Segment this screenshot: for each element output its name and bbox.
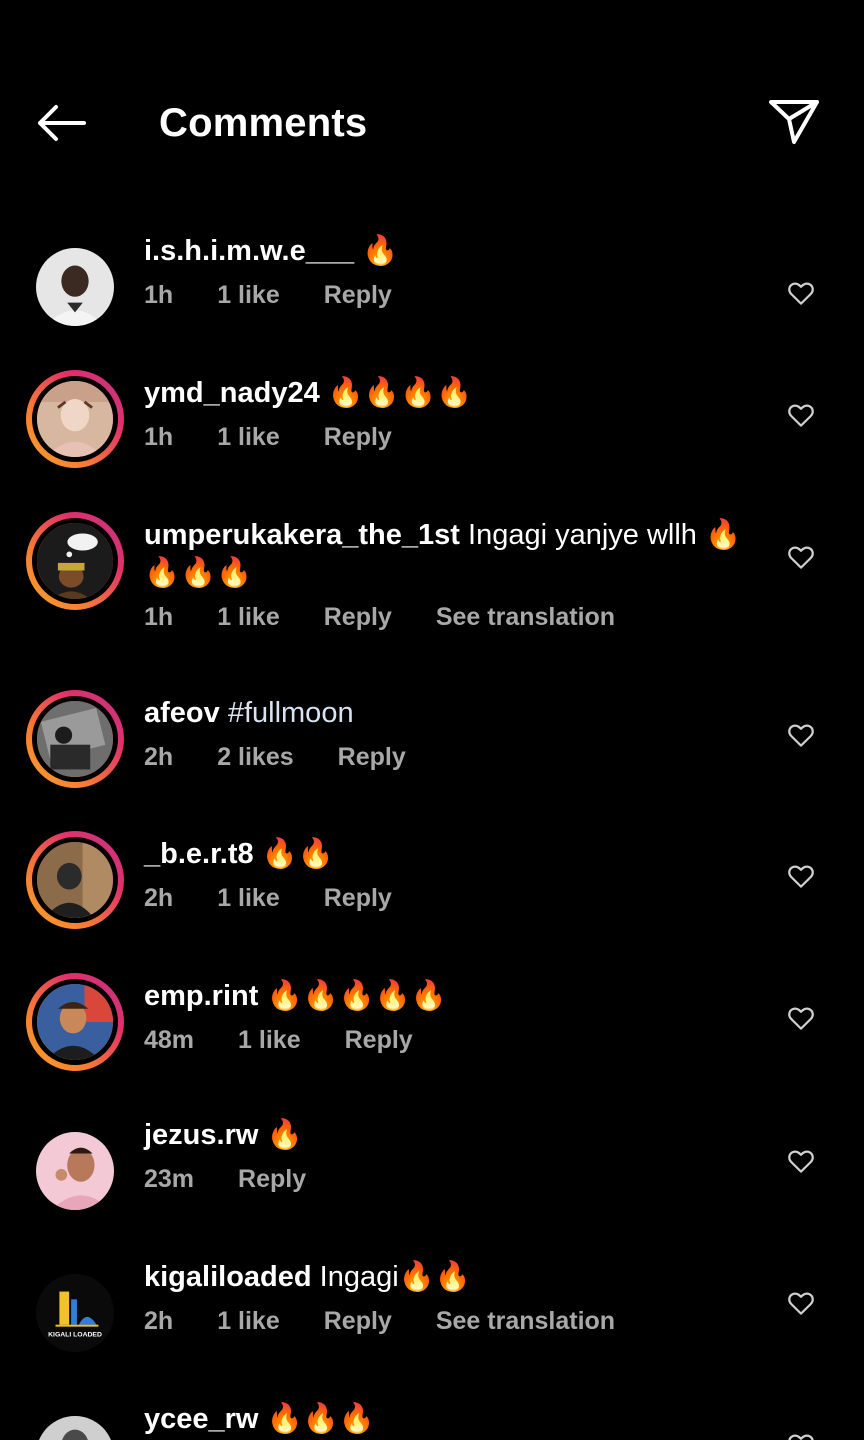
comment-text: emp.rint 🔥🔥🔥🔥🔥	[144, 977, 744, 1015]
avatar[interactable]	[26, 238, 124, 336]
heart-icon[interactable]	[786, 720, 816, 750]
comment-text: i.s.h.i.m.w.e___ 🔥	[144, 232, 744, 270]
likes-count[interactable]: 1 like	[217, 1304, 280, 1338]
avatar[interactable]: KIGALI LOADED	[26, 1264, 124, 1362]
page-title: Comments	[159, 101, 368, 145]
comment-text: jezus.rw 🔥	[144, 1116, 744, 1154]
comment-meta: 2h 2 likes Reply	[144, 740, 744, 774]
comment-text: afeov #fullmoon	[144, 694, 744, 732]
avatar[interactable]	[26, 512, 124, 610]
comment-text: kigaliloaded Ingagi🔥🔥	[144, 1258, 744, 1296]
timestamp: 1h	[144, 423, 174, 451]
heart-icon[interactable]	[786, 1288, 816, 1318]
username[interactable]: i.s.h.i.m.w.e___	[144, 235, 354, 267]
comment-meta: 48m 1 like Reply	[144, 1023, 744, 1057]
heart-icon[interactable]	[786, 400, 816, 430]
hashtag-link[interactable]: #fullmoon	[228, 697, 354, 729]
comment-text: ycee_rw 🔥🔥🔥	[144, 1400, 744, 1438]
timestamp: 2h	[144, 884, 174, 912]
see-translation-link[interactable]: See translation	[436, 1304, 615, 1338]
comment-meta: 2h 1 like Reply	[144, 881, 744, 915]
comment-body: Ingagi🔥🔥	[319, 1261, 471, 1293]
reply-button[interactable]: Reply	[324, 278, 392, 312]
comment-body: 🔥🔥	[261, 838, 334, 870]
heart-icon[interactable]	[786, 1146, 816, 1176]
reply-button[interactable]: Reply	[238, 1162, 306, 1196]
comment-body: 🔥	[362, 235, 399, 267]
avatar[interactable]	[26, 1406, 124, 1440]
heart-icon[interactable]	[786, 861, 816, 891]
timestamp: 1h	[144, 281, 174, 309]
likes-count[interactable]: 1 like	[217, 278, 280, 312]
likes-count[interactable]: 1 like	[217, 420, 280, 454]
reply-button[interactable]: Reply	[324, 600, 392, 634]
comment-meta: 1h 1 like Reply See translation	[144, 600, 764, 634]
comment-body: 🔥	[266, 1119, 303, 1151]
avatar[interactable]	[26, 973, 124, 1071]
reply-button[interactable]: Reply	[324, 1304, 392, 1338]
comment-meta: 1h 1 like Reply	[144, 420, 744, 454]
comment-text: umperukakera_the_1st Ingagi yanjye wllh …	[144, 516, 764, 592]
reply-button[interactable]: Reply	[324, 420, 392, 454]
username[interactable]: ycee_rw	[144, 1403, 259, 1435]
reply-button[interactable]: Reply	[345, 1023, 413, 1057]
back-button[interactable]	[30, 98, 92, 148]
username[interactable]: _b.e.r.t8	[144, 838, 254, 870]
reply-button[interactable]: Reply	[338, 740, 406, 774]
timestamp: 2h	[144, 1307, 174, 1335]
paper-plane-icon	[769, 100, 819, 144]
timestamp: 23m	[144, 1165, 195, 1193]
username[interactable]: jezus.rw	[144, 1119, 258, 1151]
comment-text: _b.e.r.t8 🔥🔥	[144, 835, 744, 873]
timestamp: 2h	[144, 743, 174, 771]
comment-meta: 2h 1 like Reply See translation	[144, 1304, 744, 1338]
username[interactable]: kigaliloaded	[144, 1261, 312, 1293]
comment-meta: 23m Reply	[144, 1162, 744, 1196]
likes-count[interactable]: 2 likes	[217, 740, 293, 774]
username[interactable]: ymd_nady24	[144, 377, 320, 409]
comment-body: 🔥🔥🔥🔥🔥	[266, 980, 448, 1012]
likes-count[interactable]: 1 like	[238, 1023, 301, 1057]
avatar[interactable]	[26, 370, 124, 468]
comments-screen: Comments i.s.h.i.m.w.e___ 🔥 1h 1 like Re…	[0, 0, 864, 1440]
see-translation-link[interactable]: See translation	[436, 600, 615, 634]
avatar[interactable]	[26, 690, 124, 788]
comment-body: 🔥🔥🔥	[266, 1403, 375, 1435]
heart-icon[interactable]	[786, 542, 816, 572]
heart-icon[interactable]	[786, 1003, 816, 1033]
arrow-left-icon	[38, 105, 86, 141]
heart-icon[interactable]	[786, 1430, 816, 1440]
reply-button[interactable]: Reply	[324, 881, 392, 915]
username[interactable]: emp.rint	[144, 980, 258, 1012]
username[interactable]: umperukakera_the_1st	[144, 519, 460, 551]
avatar[interactable]	[26, 1122, 124, 1220]
header: Comments	[0, 86, 864, 160]
likes-count[interactable]: 1 like	[217, 600, 280, 634]
likes-count[interactable]: 1 like	[217, 881, 280, 915]
avatar[interactable]	[26, 831, 124, 929]
comment-meta: 1h 1 like Reply	[144, 278, 744, 312]
username[interactable]: afeov	[144, 697, 220, 729]
share-button[interactable]	[764, 94, 824, 150]
comment-text: ymd_nady24 🔥🔥🔥🔥	[144, 374, 744, 412]
heart-icon[interactable]	[786, 278, 816, 308]
timestamp: 48m	[144, 1026, 195, 1054]
timestamp: 1h	[144, 603, 174, 631]
comment-body: 🔥🔥🔥🔥	[327, 377, 473, 409]
logo-text: KIGALI LOADED	[48, 1331, 102, 1338]
